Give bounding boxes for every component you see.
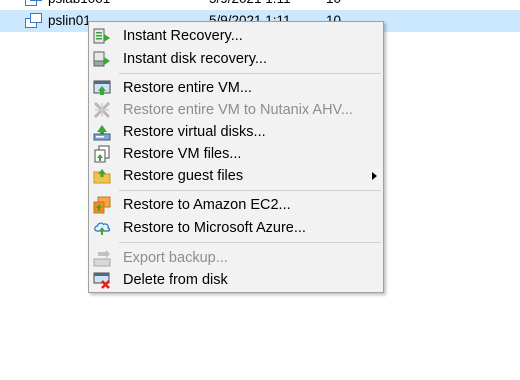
menu-item-restore-virtual-disks[interactable]: Restore virtual disks... bbox=[89, 121, 383, 143]
menu-item-label: Restore entire VM to Nutanix AHV... bbox=[123, 102, 353, 118]
menu-item-label: Restore VM files... bbox=[123, 146, 242, 162]
context-menu: Instant Recovery... Instant disk recover… bbox=[88, 21, 384, 293]
vm-count: 10 bbox=[326, 0, 341, 10]
menu-item-label: Restore entire VM... bbox=[123, 80, 252, 96]
instant-disk-recovery-icon bbox=[93, 51, 110, 67]
submenu-arrow-icon bbox=[372, 172, 377, 180]
menu-item-restore-guest-files[interactable]: Restore guest files bbox=[89, 165, 383, 187]
menu-separator bbox=[119, 242, 381, 243]
menu-item-label: Instant Recovery... bbox=[123, 28, 243, 44]
vm-icon bbox=[25, 13, 42, 28]
menu-item-label: Restore to Microsoft Azure... bbox=[123, 220, 306, 236]
nutanix-icon bbox=[93, 101, 111, 119]
restore-vm-icon bbox=[93, 80, 111, 95]
restore-disks-icon bbox=[93, 125, 111, 141]
amazon-ec2-icon bbox=[93, 196, 111, 214]
menu-separator bbox=[119, 190, 381, 191]
menu-item-export-backup[interactable]: Export backup... bbox=[89, 247, 383, 269]
menu-item-restore-entire-vm[interactable]: Restore entire VM... bbox=[89, 77, 383, 99]
vm-date: 5/9/2021 1:11 bbox=[209, 0, 291, 10]
menu-item-label: Delete from disk bbox=[123, 272, 228, 288]
menu-item-instant-disk-recovery[interactable]: Instant disk recovery... bbox=[89, 48, 383, 70]
vm-name: pslab1001 bbox=[48, 0, 110, 10]
delete-disk-icon bbox=[93, 272, 110, 289]
menu-item-restore-vm-files[interactable]: Restore VM files... bbox=[89, 143, 383, 165]
restore-files-icon bbox=[94, 145, 110, 163]
vm-icon bbox=[25, 0, 42, 6]
menu-item-label: Restore guest files bbox=[123, 168, 244, 184]
azure-cloud-icon bbox=[94, 222, 111, 235]
menu-item-instant-recovery[interactable]: Instant Recovery... bbox=[89, 25, 383, 47]
menu-item-restore-nutanix-ahv[interactable]: Restore entire VM to Nutanix AHV... bbox=[89, 99, 383, 121]
vm-row-pslab1001[interactable]: pslab1001 5/9/2021 1:11 10 bbox=[0, 0, 520, 10]
menu-item-label: Restore virtual disks... bbox=[123, 124, 266, 140]
menu-item-label: Instant disk recovery... bbox=[123, 51, 267, 67]
menu-item-restore-amazon-ec2[interactable]: Restore to Amazon EC2... bbox=[89, 194, 383, 216]
menu-item-label: Export backup... bbox=[123, 250, 228, 266]
menu-separator bbox=[119, 73, 381, 74]
menu-item-delete-from-disk[interactable]: Delete from disk bbox=[89, 269, 383, 291]
instant-recovery-icon bbox=[93, 28, 110, 44]
guest-files-folder-icon bbox=[93, 169, 111, 184]
menu-item-label: Restore to Amazon EC2... bbox=[123, 197, 291, 213]
export-backup-icon bbox=[93, 250, 111, 267]
menu-item-restore-microsoft-azure[interactable]: Restore to Microsoft Azure... bbox=[89, 217, 383, 239]
vm-name: pslin01 bbox=[48, 13, 91, 28]
